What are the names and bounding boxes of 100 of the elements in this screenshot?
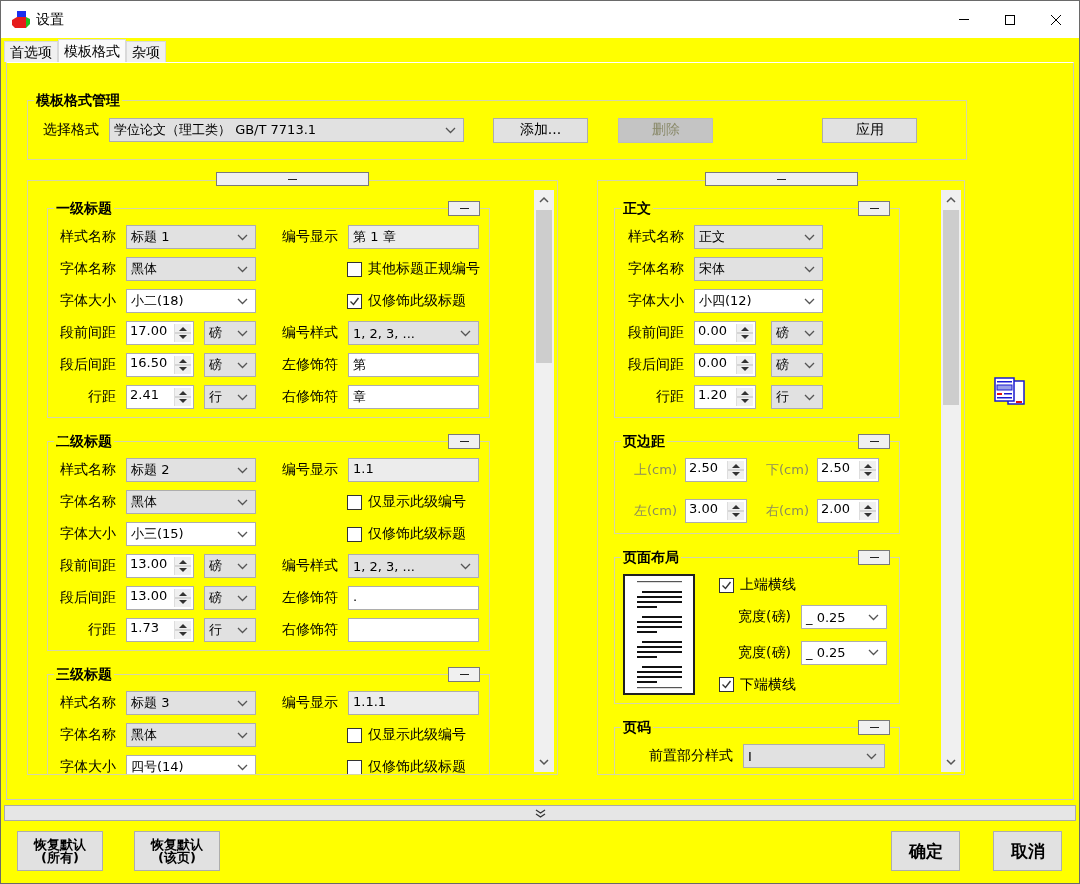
collapse-button[interactable] bbox=[858, 201, 890, 216]
spinner-icon[interactable] bbox=[859, 461, 876, 479]
dropdown[interactable]: 1, 2, 3, ... bbox=[348, 554, 479, 578]
scrollbar-thumb[interactable] bbox=[536, 210, 552, 363]
chevron-icon bbox=[237, 393, 248, 401]
minus-icon bbox=[869, 727, 879, 728]
spinner-icon[interactable] bbox=[736, 356, 753, 374]
spin-field[interactable]: 17.00 bbox=[126, 321, 194, 345]
dropdown[interactable]: 正文 bbox=[694, 225, 823, 249]
unit-dropdown[interactable]: 磅 bbox=[204, 321, 256, 345]
collapse-button[interactable] bbox=[705, 172, 858, 186]
button[interactable]: 应用 bbox=[822, 117, 917, 143]
spin-field[interactable]: 0.00 bbox=[694, 353, 756, 377]
text-field[interactable]: . bbox=[348, 586, 479, 610]
dropdown[interactable]: 小三(15) bbox=[126, 522, 256, 546]
tab[interactable]: 杂项 bbox=[126, 41, 166, 62]
document-icon[interactable] bbox=[994, 377, 1025, 405]
text-field[interactable]: 第 1 章 bbox=[348, 225, 479, 249]
dropdown[interactable]: 小四(12) bbox=[694, 289, 823, 313]
ok-button[interactable]: 确定 bbox=[891, 831, 960, 871]
unit-dropdown[interactable]: 磅 bbox=[204, 353, 256, 377]
section-title: 二级标题 bbox=[56, 433, 112, 449]
field-label: 样式名称 bbox=[627, 228, 684, 246]
checkbox[interactable]: 仅修饰此级标题 bbox=[347, 292, 466, 310]
spinner-icon[interactable] bbox=[174, 324, 191, 342]
text-field[interactable]: 章 bbox=[348, 385, 479, 409]
checkbox[interactable]: 仅修饰此级标题 bbox=[347, 525, 466, 543]
spin-field[interactable]: 13.00 bbox=[126, 586, 194, 610]
dropdown[interactable]: I bbox=[743, 744, 885, 768]
cancel-button[interactable]: 取消 bbox=[993, 831, 1062, 871]
dropdown[interactable]: _ 0.25 bbox=[801, 640, 887, 665]
spin-field[interactable]: 2.41 bbox=[126, 385, 194, 409]
spin-field[interactable]: 0.00 bbox=[694, 321, 756, 345]
dropdown[interactable]: 1, 2, 3, ... bbox=[348, 321, 479, 345]
tab[interactable]: 首选项 bbox=[4, 41, 58, 62]
spinner-icon[interactable] bbox=[174, 557, 191, 575]
minus-icon bbox=[459, 441, 469, 442]
spin-field[interactable]: 1.73 bbox=[126, 618, 194, 642]
dropdown[interactable]: 标题 3 bbox=[126, 691, 256, 715]
dropdown[interactable]: _ 0.25 bbox=[801, 605, 887, 630]
unit-dropdown[interactable]: 磅 bbox=[771, 353, 823, 377]
restore-defaults-button[interactable]: 恢复默认 (该页) bbox=[134, 831, 220, 871]
section-title: 页面布局 bbox=[623, 549, 679, 565]
spinner-icon[interactable] bbox=[174, 356, 191, 374]
checkbox[interactable]: 仅显示此级编号 bbox=[347, 726, 466, 744]
text-field[interactable]: 1.1.1 bbox=[348, 691, 479, 715]
chevron-icon bbox=[460, 562, 471, 570]
spinner-icon[interactable] bbox=[727, 502, 744, 520]
collapse-button[interactable] bbox=[858, 720, 890, 735]
checkbox[interactable]: 上端横线 bbox=[719, 576, 796, 594]
unit-dropdown[interactable]: 磅 bbox=[771, 321, 823, 345]
checkbox[interactable]: 其他标题正规编号 bbox=[347, 260, 480, 278]
collapse-button[interactable] bbox=[448, 667, 480, 682]
tab[interactable]: 模板格式 bbox=[58, 39, 126, 62]
dropdown[interactable]: 黑体 bbox=[126, 257, 256, 281]
collapse-button[interactable] bbox=[858, 434, 890, 449]
collapse-button[interactable] bbox=[448, 201, 480, 216]
unit-dropdown[interactable]: 磅 bbox=[204, 554, 256, 578]
unit-dropdown[interactable]: 行 bbox=[771, 385, 823, 409]
dropdown[interactable]: 黑体 bbox=[126, 490, 256, 514]
dropdown[interactable]: 黑体 bbox=[126, 723, 256, 747]
scrollbar[interactable] bbox=[941, 190, 961, 772]
text-field[interactable]: 第 bbox=[348, 353, 479, 377]
chevron-icon bbox=[868, 613, 879, 621]
unit-dropdown[interactable]: 行 bbox=[204, 618, 256, 642]
spin-field[interactable]: 13.00 bbox=[126, 554, 194, 578]
collapse-button[interactable] bbox=[448, 434, 480, 449]
dropdown[interactable]: 学位论文（理工类） GB/T 7713.1 bbox=[109, 118, 464, 142]
scrollbar-thumb[interactable] bbox=[943, 210, 959, 405]
spinner-icon[interactable] bbox=[174, 621, 191, 639]
unit-dropdown[interactable]: 行 bbox=[204, 385, 256, 409]
text-field[interactable]: 1.1 bbox=[348, 458, 479, 482]
restore-defaults-button[interactable]: 恢复默认 (所有) bbox=[17, 831, 103, 871]
dropdown[interactable]: 标题 1 bbox=[126, 225, 256, 249]
collapse-button[interactable] bbox=[858, 550, 890, 565]
spinner-icon[interactable] bbox=[727, 461, 744, 479]
scrollbar[interactable] bbox=[534, 190, 554, 772]
text-field[interactable] bbox=[348, 618, 479, 642]
dropdown[interactable]: 标题 2 bbox=[126, 458, 256, 482]
field-label: 右修饰符 bbox=[281, 621, 338, 639]
dropdown[interactable]: 宋体 bbox=[694, 257, 823, 281]
spinner-icon[interactable] bbox=[736, 388, 753, 406]
chevron-icon bbox=[237, 699, 248, 707]
checkbox[interactable]: 仅显示此级编号 bbox=[347, 493, 466, 511]
checkbox[interactable]: 下端横线 bbox=[719, 676, 796, 694]
spinner-icon[interactable] bbox=[736, 324, 753, 342]
dropdown[interactable]: 小二(18) bbox=[126, 289, 256, 313]
chevron-icon bbox=[868, 649, 879, 657]
field-label: 编号显示 bbox=[281, 228, 338, 246]
spinner-icon[interactable] bbox=[174, 589, 191, 607]
spinner-icon[interactable] bbox=[859, 502, 876, 520]
spin-field[interactable]: 16.50 bbox=[126, 353, 194, 377]
chevron-icon bbox=[237, 763, 248, 771]
dropdown[interactable]: 四号(14) bbox=[126, 755, 256, 774]
button[interactable]: 添加... bbox=[493, 117, 588, 143]
spin-field[interactable]: 1.20 bbox=[694, 385, 756, 409]
checkbox[interactable]: 仅修饰此级标题 bbox=[347, 758, 466, 774]
unit-dropdown[interactable]: 磅 bbox=[204, 586, 256, 610]
collapse-button[interactable] bbox=[216, 172, 369, 186]
spinner-icon[interactable] bbox=[174, 388, 191, 406]
